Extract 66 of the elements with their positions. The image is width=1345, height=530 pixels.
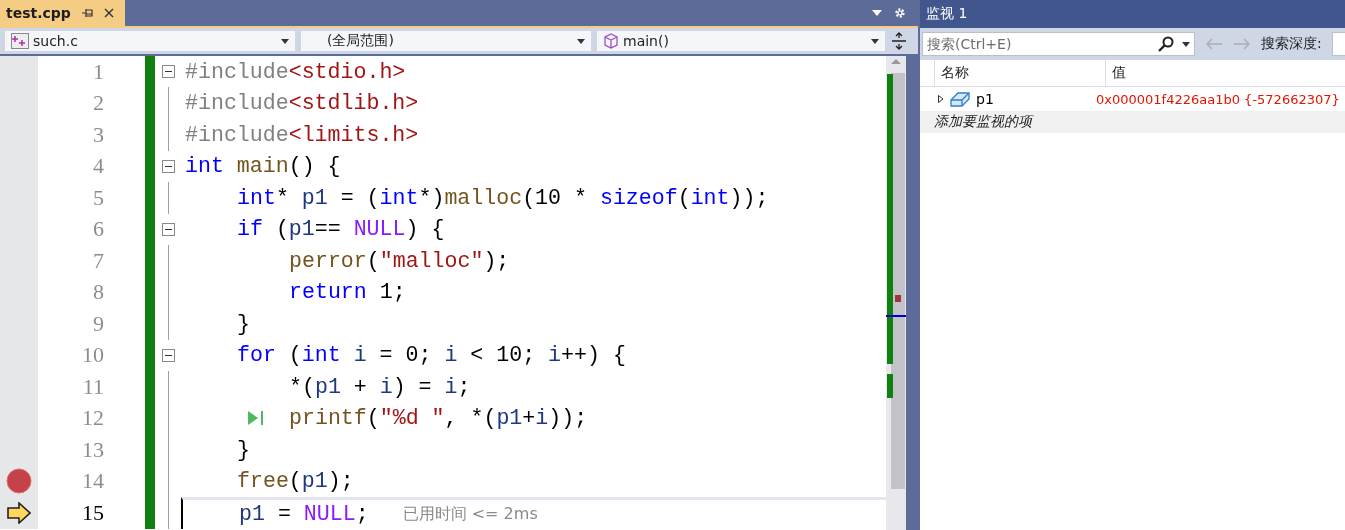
pin-icon[interactable]	[80, 7, 93, 19]
collapse-icon[interactable]	[161, 222, 175, 236]
variable-value: 0x000001f4226aa1b0 {-572662307}	[1095, 91, 1340, 107]
code-line: #include<stdio.h>	[185, 59, 406, 84]
code-line: for (int i = 0; i < 10; i++) {	[237, 343, 626, 368]
project-icon	[11, 33, 29, 49]
collapse-icon[interactable]	[161, 159, 175, 173]
back-arrow-icon[interactable]	[1205, 38, 1223, 50]
line-number: 5	[92, 184, 104, 211]
line-number: 11	[81, 373, 104, 400]
code-line: #include<limits.h>	[185, 122, 419, 147]
breakpoint-margin[interactable]	[0, 496, 38, 529]
line-number: 4	[92, 153, 104, 180]
search-depth-label: 搜索深度:	[1261, 35, 1322, 53]
code-line: int main() {	[185, 154, 341, 179]
split-icon[interactable]	[892, 32, 906, 50]
collapse-icon[interactable]	[161, 65, 175, 79]
code-line: }	[237, 311, 250, 336]
file-dropdown[interactable]: such.c	[4, 30, 296, 52]
code-line: *(p1 + i) = i;	[289, 374, 471, 399]
code-line: perror("malloc");	[289, 248, 510, 273]
line-number: 6	[92, 216, 104, 243]
line-number: 7	[92, 247, 104, 274]
column-header[interactable]: 名称	[935, 60, 1106, 86]
change-bar	[145, 56, 155, 88]
elapsed-time-hint: 已用时间 <= 2ms	[402, 503, 538, 525]
code-line: printf("%d ", *(p1+i));	[289, 406, 588, 431]
line-number: 14	[81, 468, 104, 495]
line-number: 10	[81, 342, 104, 369]
caret-icon	[281, 38, 289, 44]
caret-icon	[577, 38, 585, 44]
run-to-line-icon[interactable]	[247, 410, 265, 427]
code-line: free(p1);	[237, 469, 354, 494]
line-number: 12	[81, 405, 104, 432]
line-number: 8	[92, 279, 104, 306]
code-line: int* p1 = (int*)malloc(10 * sizeof(int));	[237, 185, 769, 210]
scrollbar-drawing[interactable]	[886, 56, 906, 530]
expand-icon[interactable]	[938, 95, 944, 103]
dropdown-caret-icon[interactable]	[872, 10, 882, 16]
editor-tab[interactable]: test.cpp	[0, 0, 125, 26]
line-number: 1	[92, 58, 104, 85]
code-line: if (p1== NULL) {	[237, 217, 445, 242]
column-header[interactable]: 值	[1106, 60, 1345, 86]
line-number: 9	[92, 310, 104, 337]
settings-icon[interactable]	[894, 7, 906, 19]
code-line: return 1;	[289, 280, 406, 305]
close-icon[interactable]	[102, 7, 115, 19]
line-number: 2	[92, 90, 104, 117]
line-number: 3	[92, 121, 104, 148]
scope-dropdown[interactable]: (全局范围)	[300, 30, 592, 52]
cube-icon	[603, 33, 619, 49]
variable-name: p1	[976, 91, 994, 107]
code-line: #include<stdlib.h>	[185, 91, 419, 116]
caret-icon	[871, 38, 879, 44]
collapse-icon[interactable]	[161, 348, 175, 362]
code-line: }	[237, 437, 250, 462]
panel-title: 监视 1	[920, 0, 1345, 28]
member-dropdown[interactable]: main()	[596, 30, 886, 52]
code-line: p1 = NULL;	[239, 502, 369, 527]
change-bar	[145, 496, 155, 529]
line-number: 15	[81, 499, 104, 526]
variable-icon	[950, 91, 970, 107]
breakpoint-icon[interactable]	[6, 468, 32, 495]
forward-arrow-icon[interactable]	[1233, 38, 1251, 50]
add-watch-item[interactable]: 添加要监视的项	[920, 111, 1345, 133]
line-number: 13	[81, 436, 104, 463]
